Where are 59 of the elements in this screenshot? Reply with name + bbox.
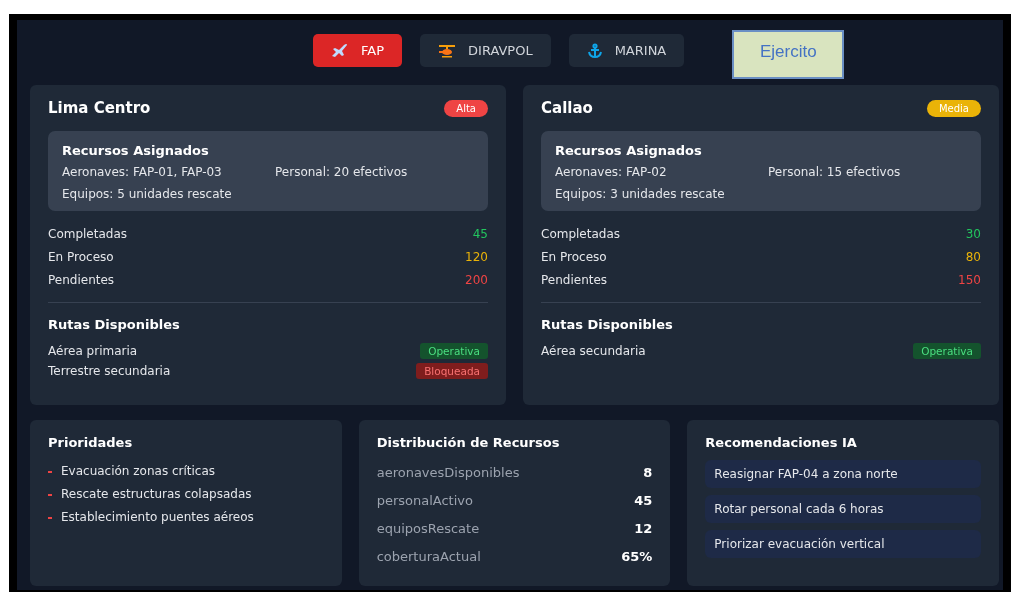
priority-item: Evacuación zonas críticas [61, 463, 216, 480]
bullet-icon [48, 470, 52, 473]
anchor-icon [586, 42, 603, 59]
ejercito-button[interactable]: Ejercito [732, 30, 845, 79]
resource-key: coberturaActual [376, 542, 481, 572]
agency-tab[interactable]: MARINA [568, 34, 685, 67]
resource-key: personalActivo [376, 486, 473, 516]
recommendation-item[interactable]: Reasignar FAP-04 a zona norte [705, 460, 981, 488]
resources-title: Recursos Asignados [62, 143, 210, 158]
stat-label: Completadas [541, 226, 621, 243]
route-status: Operativa [420, 343, 488, 359]
agency-tab[interactable]: DIRAVPOL [420, 34, 551, 67]
priority-item: Rescate estructuras colapsadas [61, 486, 252, 503]
stat-label: En Proceso [48, 249, 114, 266]
aircraft-text: Aeronaves: FAP-01, FAP-03 [62, 165, 223, 179]
bullet-icon [48, 516, 52, 519]
stat-value: 200 [465, 272, 488, 289]
stat-value: 30 [965, 226, 981, 243]
recommendation-item[interactable]: Priorizar evacuación vertical [705, 530, 981, 558]
route-status: Bloqueada [416, 363, 488, 379]
card-title: Distribución de Recursos [376, 435, 561, 450]
personnel-text: Personal: 20 efectivos [275, 165, 409, 179]
priority-item: Establecimiento puentes aéreos [61, 509, 254, 526]
equipment-text: Equipos: 3 unidades rescate [555, 187, 726, 201]
route-name: Terrestre secundaria [48, 364, 171, 378]
routes-title: Rutas Disponibles [541, 317, 674, 332]
route-name: Aérea primaria [48, 344, 138, 358]
card-title: Prioridades [48, 435, 134, 450]
resource-value: 8 [643, 464, 653, 482]
route-name: Aérea secundaria [541, 344, 646, 358]
priority-badge: Alta [444, 99, 488, 117]
resource-key: equiposRescate [376, 514, 480, 544]
resource-key: aeronavesDisponibles [376, 458, 520, 488]
recommendation-item[interactable]: Rotar personal cada 6 horas [705, 495, 981, 523]
resource-value: 12 [634, 520, 653, 538]
priority-badge: Media [926, 99, 981, 117]
stat-label: En Proceso [541, 249, 607, 266]
agency-tab[interactable]: FAP [313, 34, 403, 67]
route-status: Operativa [913, 343, 981, 359]
routes-title: Rutas Disponibles [48, 317, 181, 332]
stat-value: 150 [958, 272, 981, 289]
helicopter-icon [438, 42, 457, 59]
stat-value: 45 [472, 226, 488, 243]
resource-value: 45 [634, 492, 653, 510]
card-title: Recomendaciones IA [705, 435, 858, 450]
personnel-text: Personal: 15 efectivos [768, 165, 902, 179]
bullet-icon [48, 493, 52, 496]
zone-title: Lima Centro [48, 99, 151, 117]
airplane-icon [331, 42, 349, 59]
zone-title: Callao [541, 99, 593, 117]
resources-title: Recursos Asignados [555, 143, 703, 158]
equipment-text: Equipos: 5 unidades rescate [62, 187, 233, 201]
stat-label: Pendientes [541, 272, 608, 289]
stat-label: Completadas [48, 226, 128, 243]
stat-label: Pendientes [48, 272, 115, 289]
aircraft-text: Aeronaves: FAP-02 [555, 165, 668, 179]
stat-value: 80 [965, 249, 981, 266]
stat-value: 120 [465, 249, 488, 266]
resource-value: 65% [621, 548, 653, 566]
